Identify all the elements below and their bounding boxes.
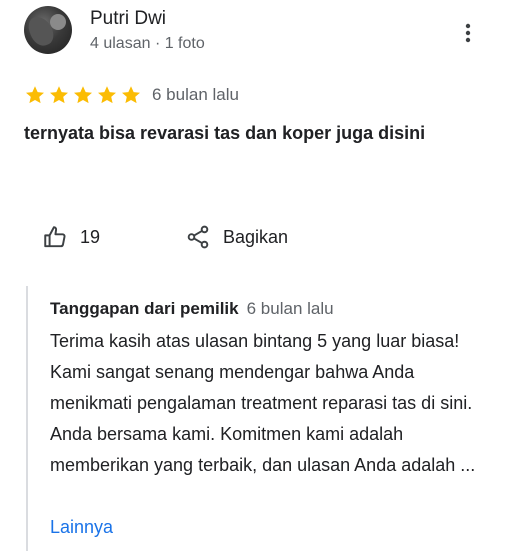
share-label: Bagikan	[223, 227, 289, 247]
star-rating	[23, 84, 143, 106]
share-button[interactable]: Bagikan	[185, 224, 288, 250]
owner-response-header: Tanggapan dari pemilik 6 bulan lalu	[50, 298, 334, 320]
review-card: Putri Dwi 4 ulasan · 1 foto 6 bulan lalu…	[0, 0, 510, 551]
author-meta: 4 ulasan · 1 foto	[90, 35, 205, 52]
avatar[interactable]	[24, 6, 72, 54]
owner-response: Tanggapan dari pemilik 6 bulan lalu Terim…	[26, 286, 488, 551]
star-icon	[50, 86, 68, 104]
like-button[interactable]: 19	[42, 224, 100, 250]
like-count: 19	[80, 227, 101, 247]
owner-response-text: Terima kasih atas ulasan bintang 5 yang …	[50, 331, 476, 475]
owner-response-title: Tanggapan dari pemilik	[50, 299, 239, 318]
review-text: ternyata bisa revarasi tas dan koper jug…	[24, 123, 426, 143]
read-more-link[interactable]: Lainnya	[50, 514, 113, 540]
review-date: 6 bulan lalu	[152, 85, 239, 104]
star-icon	[122, 86, 140, 104]
share-icon	[187, 225, 209, 249]
star-icon	[74, 86, 92, 104]
owner-response-date: 6 bulan lalu	[246, 299, 334, 318]
more-vert-icon	[465, 23, 471, 43]
more-options-button[interactable]	[456, 20, 480, 46]
star-icon	[98, 86, 116, 104]
star-icon	[26, 86, 44, 104]
thumb-up-icon	[44, 226, 66, 248]
author-name[interactable]: Putri Dwi	[90, 8, 166, 30]
